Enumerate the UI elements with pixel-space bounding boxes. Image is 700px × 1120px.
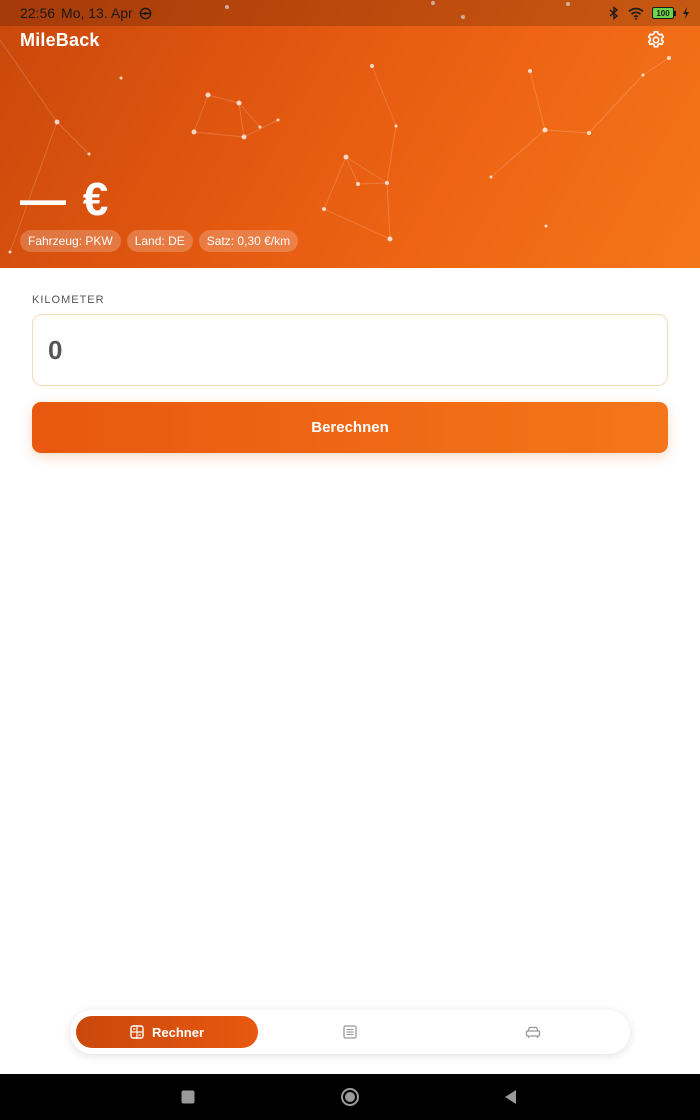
wifi-icon — [628, 7, 644, 20]
charging-icon — [683, 7, 689, 19]
country-chip[interactable]: Land: DE — [126, 230, 193, 252]
car-icon — [525, 1026, 541, 1038]
steering-wheel-icon — [139, 7, 151, 19]
status-time: 22:56 — [20, 5, 56, 21]
home-icon[interactable] — [340, 1087, 360, 1107]
header: 22:56 Mo, 13. Apr 100 MileBack — € Fahrz… — [0, 0, 700, 268]
calculate-button[interactable]: Berechnen — [32, 402, 668, 453]
status-bar: 22:56 Mo, 13. Apr 100 — [0, 0, 700, 26]
calculator-icon — [130, 1025, 144, 1039]
battery-level: 100 — [656, 8, 670, 18]
list-icon — [343, 1025, 357, 1039]
kilometer-input[interactable] — [32, 314, 668, 386]
tab-vehicles[interactable] — [523, 1022, 543, 1042]
kilometer-label: KILOMETER — [32, 294, 105, 306]
settings-chips: Fahrzeug: PKW Land: DE Satz: 0,30 €/km — [20, 230, 299, 252]
back-icon[interactable] — [501, 1087, 521, 1107]
battery-icon: 100 — [652, 7, 676, 19]
tab-calculator[interactable]: Rechner — [76, 1016, 258, 1048]
status-date: Mo, 13. Apr — [61, 5, 133, 21]
tab-history[interactable] — [340, 1022, 360, 1042]
rate-chip[interactable]: Satz: 0,30 €/km — [198, 230, 299, 252]
refund-amount: — € — [20, 173, 111, 225]
bluetooth-icon — [609, 6, 619, 20]
gear-icon[interactable] — [645, 29, 667, 51]
tab-calculator-label: Rechner — [151, 1024, 205, 1040]
recent-apps-icon[interactable] — [178, 1087, 198, 1107]
network-background — [0, 1, 671, 254]
system-nav-bar — [0, 1074, 700, 1120]
bottom-nav: Rechner — [70, 1010, 630, 1054]
app-title: MileBack — [20, 30, 100, 50]
vehicle-chip[interactable]: Fahrzeug: PKW — [20, 230, 121, 252]
